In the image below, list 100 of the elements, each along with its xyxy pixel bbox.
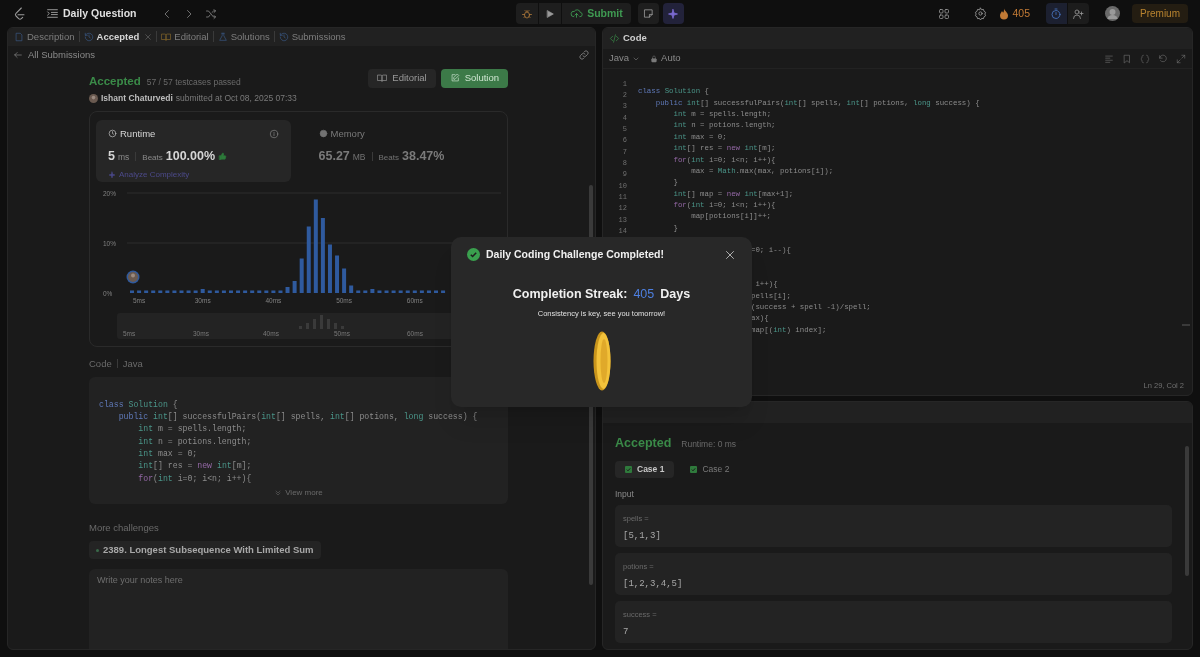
history-icon (83, 31, 94, 42)
add-user-button[interactable] (1068, 3, 1089, 24)
beats-value: 100.00% (165, 147, 216, 165)
stat-card[interactable]: Runtime 5 ms Beats 100.00% Analyze Complexity (96, 119, 291, 182)
minimap-drawing (299, 314, 344, 329)
beats-label: Beats (378, 151, 399, 164)
sparkle-icon (108, 170, 116, 179)
modal-title: Daily Coding Challenge Completed! (486, 247, 664, 262)
close-icon[interactable] (724, 248, 736, 261)
bookmark-icon[interactable] (1122, 53, 1132, 64)
stat-value: 5 (108, 147, 115, 165)
note-button[interactable] (637, 3, 659, 24)
braces-icon[interactable] (1140, 53, 1150, 64)
chart-bar (398, 290, 403, 293)
chart-bar (356, 290, 361, 293)
list-icon[interactable] (46, 7, 59, 20)
chart-bar (200, 288, 205, 293)
avatar (89, 93, 98, 103)
chart-bar (165, 290, 170, 293)
settings-icon[interactable] (974, 7, 988, 20)
chart-bar (257, 290, 262, 293)
submitted-time: submitted at Oct 08, 2025 07:33 (175, 91, 297, 105)
logo-icon (12, 5, 28, 22)
format-icon[interactable] (1104, 53, 1114, 64)
scrollbar[interactable] (1185, 446, 1189, 576)
language-label: Java (122, 356, 143, 371)
chart-bar (158, 290, 163, 293)
tab[interactable]: Accepted (83, 29, 140, 45)
stat-label: Runtime (120, 126, 156, 141)
expand-icon[interactable] (1176, 53, 1186, 64)
language-dropdown[interactable]: Java (609, 51, 641, 66)
chart-bar (384, 290, 389, 293)
layout-grid-icon[interactable] (938, 7, 951, 20)
beats-value: 38.47% (402, 147, 445, 165)
case-tab[interactable]: Case 1 (615, 460, 675, 478)
tab[interactable]: Solutions (217, 29, 270, 45)
avatar-marker (126, 270, 140, 283)
code-line: public int[] successfulPairs(int[] spells, int[] potions, long success) { (117, 411, 478, 424)
streak-counter[interactable]: 405 (999, 5, 1030, 22)
chart-bar (419, 290, 424, 293)
arrow-left-icon (13, 50, 23, 61)
chart-bar (250, 290, 255, 293)
code-line: int max = 0; (137, 447, 198, 460)
tab[interactable]: Description (14, 29, 75, 45)
scrollbar[interactable] (1182, 324, 1190, 326)
status-text: Accepted (89, 73, 141, 89)
chart-bar (391, 290, 396, 293)
problem-title[interactable]: Daily Question (63, 5, 137, 22)
beats-label: Beats (142, 151, 163, 164)
user-name[interactable]: Ishant Chaturvedi (101, 91, 173, 105)
play-icon (545, 8, 556, 19)
chart-bar (193, 290, 198, 293)
tab[interactable]: Editorial (161, 29, 209, 45)
chart-bar (441, 290, 446, 293)
challenge-link[interactable]: 2389. Longest Subsequence With Limited Sum (89, 541, 321, 559)
debug-button[interactable] (516, 3, 539, 24)
chart-bar (292, 280, 297, 293)
run-button[interactable] (539, 3, 562, 24)
testcases-text: 57 / 57 testcases passed (146, 75, 241, 89)
input-value: [1,2,3,4,5] (623, 577, 684, 591)
solution-button[interactable]: Solution (440, 68, 508, 88)
stat-card[interactable]: Memory 65.27 MB Beats 38.47% (306, 119, 501, 182)
document-icon (14, 31, 24, 42)
shuffle-icon[interactable] (204, 7, 217, 20)
link-icon[interactable] (578, 49, 590, 62)
chart-bar (271, 290, 276, 293)
back-link[interactable]: All Submissions (13, 48, 96, 63)
tab[interactable]: Submissions (278, 29, 346, 45)
submit-button[interactable]: Submit (562, 3, 631, 24)
chevrons-down-icon (274, 488, 283, 497)
chart-bar (151, 290, 156, 293)
chart-bar (335, 255, 340, 293)
info-icon[interactable] (268, 128, 279, 139)
chart-bar (278, 290, 283, 293)
input-value: [5,1,3] (623, 529, 662, 543)
case-tab[interactable]: Case 2 (680, 460, 740, 478)
code-line: class Solution { (99, 398, 178, 411)
chart-bar (349, 285, 354, 293)
chart-bar (285, 286, 290, 293)
note-icon (642, 8, 654, 19)
flame-icon (999, 7, 1010, 20)
chart-bar (214, 290, 219, 293)
coin-icon (592, 330, 611, 391)
chart-bar (426, 290, 431, 293)
ai-button[interactable] (662, 3, 684, 24)
editorial-button[interactable]: Editorial (368, 68, 436, 88)
timer-button[interactable] (1046, 3, 1067, 24)
avatar[interactable] (1105, 6, 1120, 21)
stat-label: Memory (330, 126, 365, 141)
chart-bar (144, 290, 149, 293)
premium-button[interactable]: Premium (1132, 4, 1188, 23)
notes-field[interactable]: Write your notes here (89, 569, 508, 649)
chart-bar (264, 290, 269, 293)
undo-icon[interactable] (1158, 53, 1168, 64)
code-line: int[] res = new int[m]; (137, 460, 252, 473)
chart-bar (299, 258, 304, 293)
flask-icon (217, 31, 228, 42)
chart-bar (434, 290, 438, 293)
streak-unit: Days (660, 285, 691, 303)
chart-bar (172, 290, 177, 293)
